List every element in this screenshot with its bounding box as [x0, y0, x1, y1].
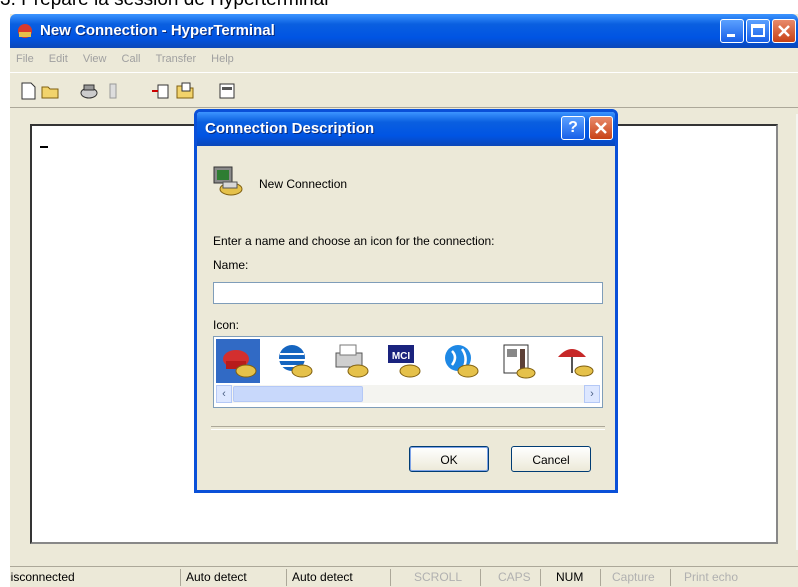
notebook-icon [503, 344, 536, 379]
icon-option-globe[interactable] [272, 339, 316, 383]
name-input[interactable] [213, 282, 603, 304]
scroll-left-button[interactable]: ‹ [216, 385, 232, 403]
status-scroll: SCROLL [414, 570, 463, 584]
scroll-thumb[interactable] [233, 386, 363, 402]
connection-description-dialog: Connection Description ? New Connection … [194, 109, 618, 493]
status-detect-2: Auto detect [292, 570, 353, 584]
status-bar: Disconnected Auto detect Auto detect SCR… [10, 566, 798, 587]
close-icon [778, 25, 790, 37]
fax-icon [335, 344, 369, 378]
ok-button[interactable]: OK [409, 446, 489, 472]
globe-blue-icon [445, 345, 479, 378]
menu-help[interactable]: Help [211, 48, 234, 70]
minimize-icon [727, 34, 735, 37]
connect-icon[interactable] [78, 81, 100, 101]
icon-option-notebook[interactable] [496, 339, 540, 383]
page-caption: 3. Prepare la session de Hyperterminal [0, 0, 328, 11]
dialog-title-bar[interactable]: Connection Description ? [197, 112, 615, 146]
icon-list[interactable]: MCI ‹ › [213, 336, 603, 408]
menu-call[interactable]: Call [122, 48, 141, 70]
instruction-text: Enter a name and choose an icon for the … [213, 234, 495, 248]
title-bar[interactable]: New Connection - HyperTerminal [10, 14, 798, 48]
maximize-icon [751, 24, 765, 37]
toolbar [10, 72, 798, 108]
icon-option-globe-blue[interactable] [438, 339, 482, 383]
send-icon[interactable] [150, 81, 172, 101]
help-button[interactable]: ? [561, 116, 585, 140]
hyperterminal-icon [18, 24, 32, 38]
status-num: NUM [556, 570, 584, 584]
icon-list-scrollbar[interactable]: ‹ › [216, 385, 600, 403]
maximize-button[interactable] [746, 19, 770, 43]
menu-view[interactable]: View [83, 48, 107, 70]
globe-icon [279, 345, 313, 378]
dialog-divider [211, 426, 605, 430]
close-icon [595, 122, 607, 134]
icon-option-fax[interactable] [328, 339, 372, 383]
menu-file[interactable]: File [16, 48, 34, 70]
connection-name-preview: New Connection [259, 177, 348, 191]
menu-edit[interactable]: Edit [49, 48, 68, 70]
scroll-right-button[interactable]: › [584, 385, 600, 403]
close-button[interactable] [772, 19, 796, 43]
icon-option-umbrella[interactable] [552, 339, 596, 383]
umbrella-icon [558, 349, 594, 377]
name-label: Name: [213, 258, 249, 272]
icon-option-phone[interactable] [216, 339, 260, 383]
help-icon: ? [568, 119, 578, 136]
open-icon[interactable] [40, 81, 62, 101]
icon-option-mci[interactable]: MCI [382, 339, 426, 383]
new-icon[interactable] [18, 81, 40, 101]
terminal-cursor [40, 146, 48, 148]
menu-bar: File Edit View Call Transfer Help [10, 48, 798, 70]
receive-icon[interactable] [174, 81, 196, 101]
menu-transfer[interactable]: Transfer [156, 48, 197, 70]
mci-icon: MCI [388, 345, 421, 378]
status-detect-1: Auto detect [186, 570, 247, 584]
dialog-title: Connection Description [205, 120, 375, 137]
window-title: New Connection - HyperTerminal [40, 22, 275, 39]
chevron-right-icon: › [590, 388, 594, 400]
cancel-button[interactable]: Cancel [511, 446, 591, 472]
minimize-button[interactable] [720, 19, 744, 43]
status-print-echo: Print echo [684, 570, 739, 584]
connection-icon [213, 166, 243, 196]
icon-label: Icon: [213, 318, 240, 332]
properties-icon[interactable] [216, 81, 238, 101]
status-capture: Capture [612, 570, 655, 584]
dialog-close-button[interactable] [589, 116, 613, 140]
phone-icon [223, 350, 257, 378]
status-caps: CAPS [498, 570, 531, 584]
mci-text: MCI [392, 351, 411, 362]
chevron-left-icon: ‹ [222, 388, 226, 400]
disconnect-icon[interactable] [102, 81, 124, 101]
status-connection: Disconnected [10, 570, 75, 584]
